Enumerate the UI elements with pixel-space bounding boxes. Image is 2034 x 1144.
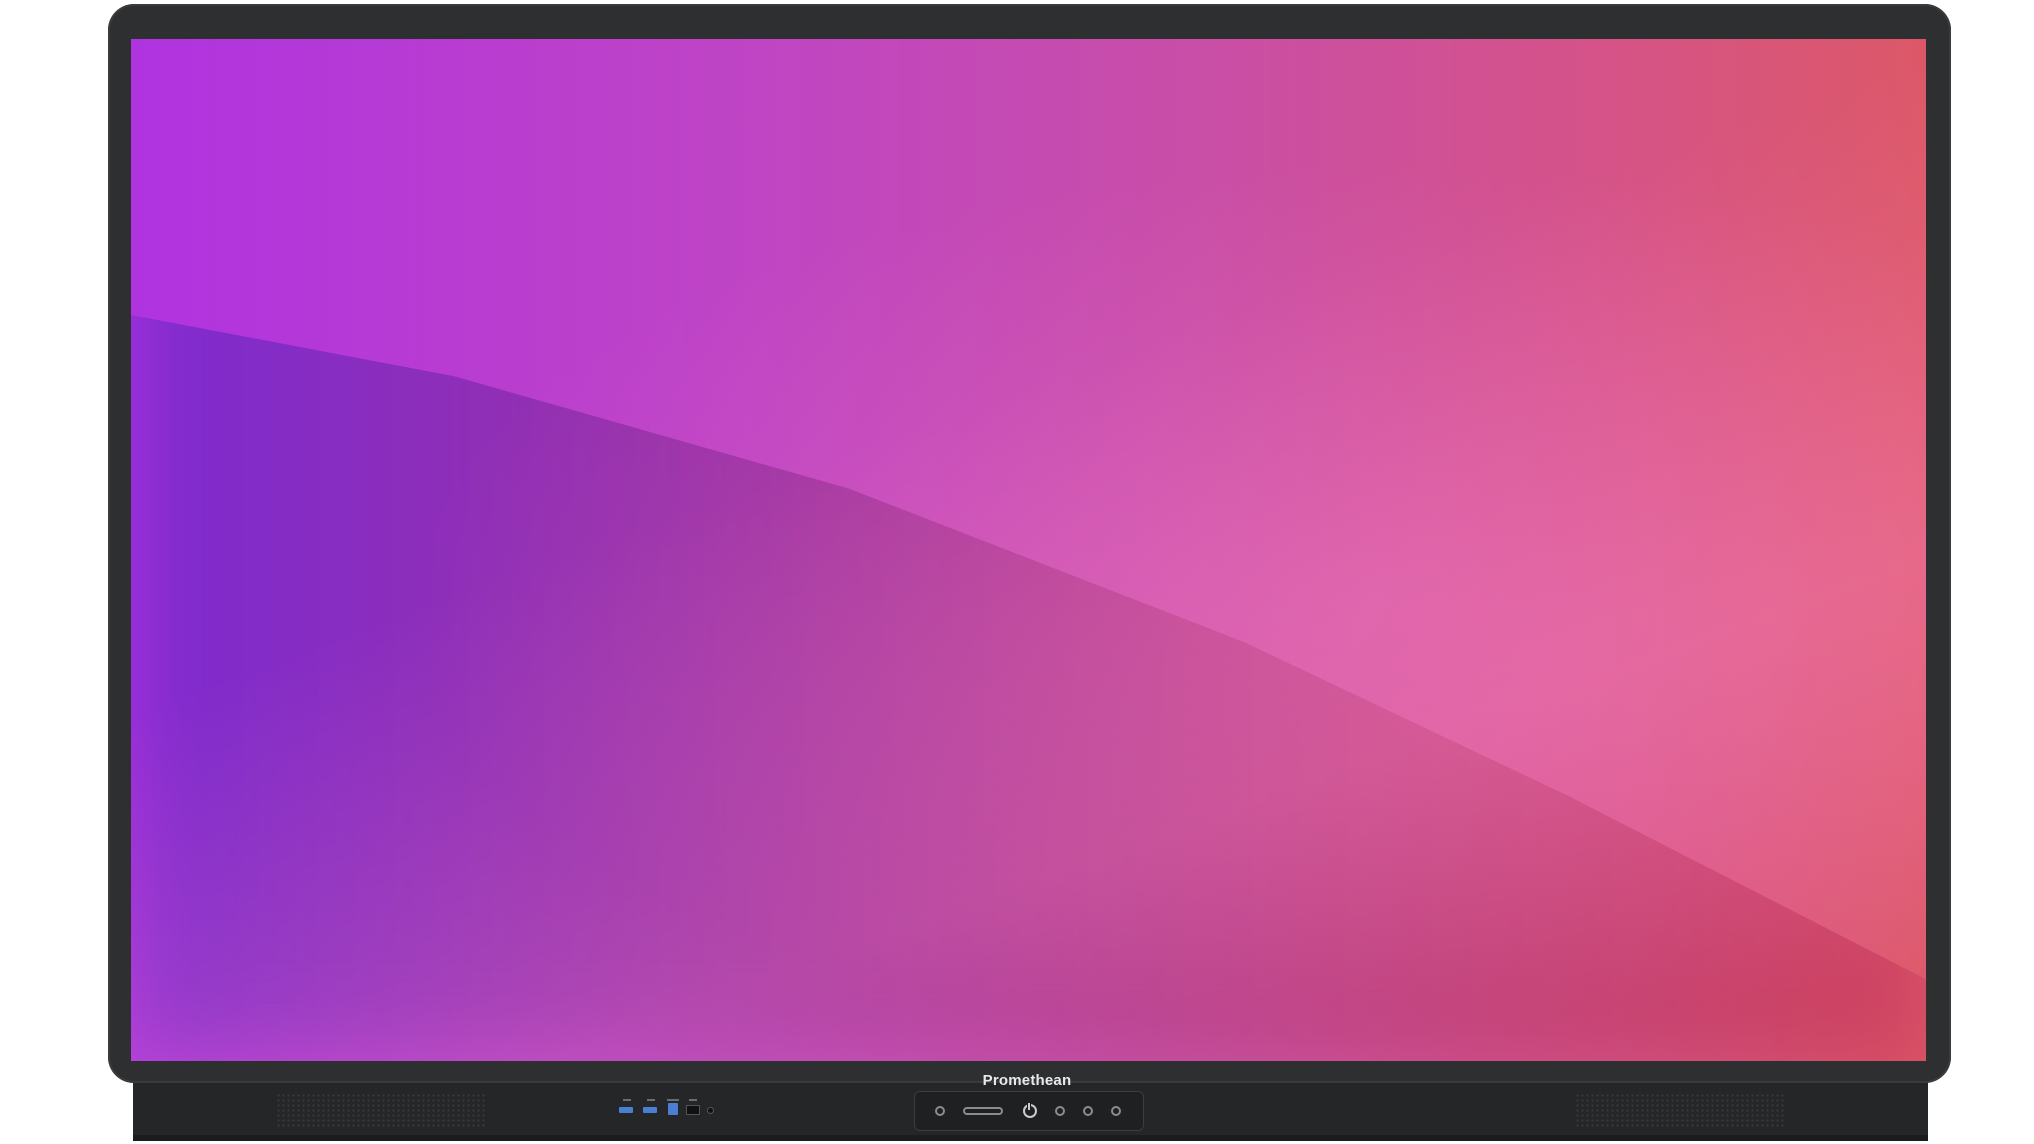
- usb-port-2[interactable]: [643, 1107, 657, 1113]
- speaker-left-icon: [276, 1093, 486, 1129]
- front-ports: [615, 1099, 735, 1125]
- page: Promethean: [0, 0, 2034, 1144]
- usb-port-1[interactable]: [619, 1107, 633, 1113]
- port-label-mark: [623, 1099, 631, 1101]
- usb-c-port[interactable]: [668, 1103, 678, 1115]
- port-label-mark: [667, 1099, 679, 1101]
- front-control-panel: [914, 1091, 1144, 1131]
- power-icon[interactable]: [1023, 1103, 1037, 1118]
- brand-logo-text: Promethean: [982, 1072, 1072, 1089]
- ir-receiver-slot: [963, 1107, 1003, 1115]
- port-label-mark: [689, 1099, 697, 1101]
- speaker-bar: [133, 1083, 1928, 1141]
- speaker-right-icon: [1575, 1093, 1785, 1129]
- volume-up-button[interactable]: [1083, 1106, 1093, 1116]
- sensor-icon: [935, 1106, 945, 1116]
- display-screen[interactable]: [131, 39, 1926, 1061]
- brand-logo: Promethean: [0, 1072, 2034, 1089]
- volume-down-button[interactable]: [1055, 1106, 1065, 1116]
- audio-jack[interactable]: [707, 1107, 714, 1114]
- hdmi-port[interactable]: [686, 1105, 700, 1115]
- screen-gradient-highlight: [131, 39, 1926, 1061]
- port-label-mark: [647, 1099, 655, 1101]
- home-button[interactable]: [1111, 1106, 1121, 1116]
- interactive-display: [108, 4, 1951, 1083]
